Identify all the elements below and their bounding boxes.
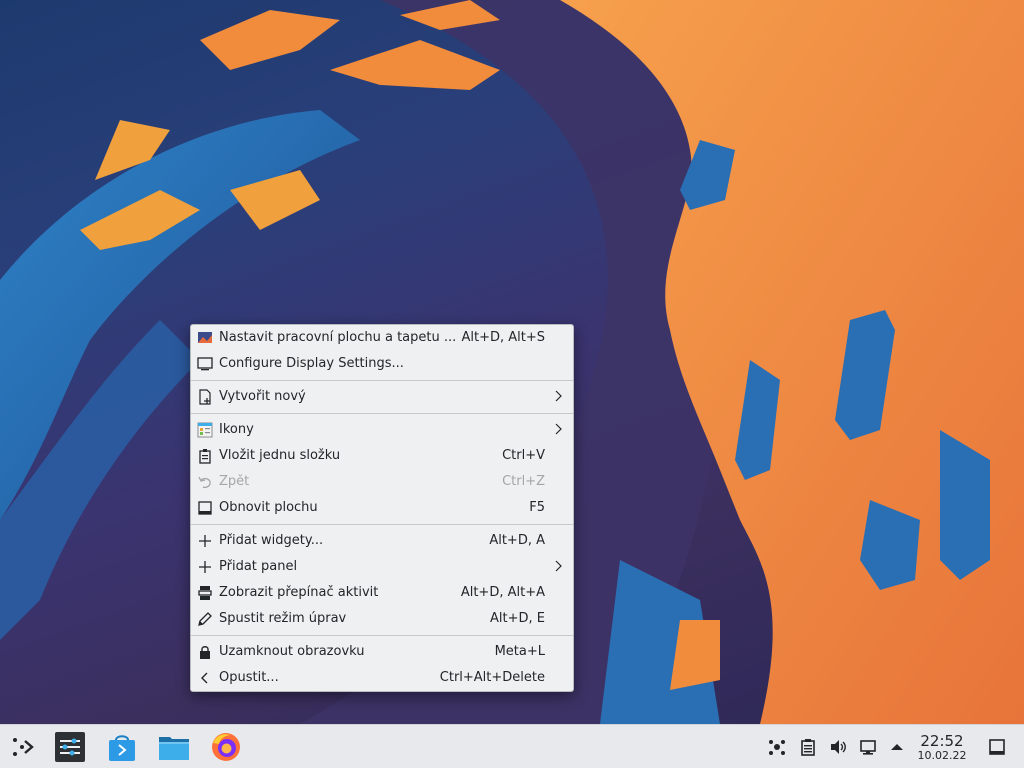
menu-item-shortcut: Ctrl+Z <box>502 474 545 489</box>
menu-item-4-1[interactable]: Opustit... Ctrl+Alt+Delete <box>191 665 573 691</box>
clipboard-paste-icon <box>197 448 213 464</box>
network-share-icon[interactable] <box>768 738 786 756</box>
menu-item-shortcut: Alt+D, A <box>489 533 545 548</box>
tray-expand-icon[interactable] <box>888 738 906 756</box>
menu-item-label: Zpět <box>219 474 250 489</box>
new-document-icon <box>197 389 213 405</box>
icons-view-icon <box>197 422 213 438</box>
application-launcher-icon[interactable] <box>6 731 38 763</box>
network-icon[interactable] <box>859 738 877 756</box>
menu-item-shortcut: Alt+D, Alt+A <box>460 585 545 600</box>
desktop[interactable]: Nastavit pracovní plochu a tapetu ... Alt… <box>0 0 1024 724</box>
menu-item-3-3[interactable]: Spustit režim úprav Alt+D, E <box>191 606 573 632</box>
menu-item-label: Spustit režim úprav <box>219 611 347 626</box>
taskbar: 22:52 10.02.22 <box>0 724 1024 768</box>
menu-item-label: Obnovit plochu <box>219 500 318 515</box>
menu-item-0-0[interactable]: Nastavit pracovní plochu a tapetu ... Alt… <box>191 325 573 351</box>
menu-item-2-0[interactable]: Ikony <box>191 417 573 443</box>
menu-separator <box>191 413 573 414</box>
show-desktop-icon[interactable] <box>988 738 1006 756</box>
menu-item-shortcut: Alt+D, Alt+S <box>461 330 545 345</box>
menu-item-label: Vytvořit nový <box>219 389 306 404</box>
menu-item-2-2: Zpět Ctrl+Z <box>191 469 573 495</box>
menu-item-label: Zobrazit přepínač aktivit <box>219 585 379 600</box>
menu-item-label: Přidat panel <box>219 559 298 574</box>
menu-item-shortcut: Ctrl+V <box>502 448 545 463</box>
menu-item-label: Opustit... <box>219 670 279 685</box>
lock-icon <box>197 644 213 660</box>
menu-item-label: Vložit jednu složku <box>219 448 341 463</box>
menu-item-2-1[interactable]: Vložit jednu složku Ctrl+V <box>191 443 573 469</box>
clock-date: 10.02.22 <box>917 749 967 762</box>
desktop-context-menu: Nastavit pracovní plochu a tapetu ... Alt… <box>190 324 574 692</box>
file-manager-icon[interactable] <box>158 731 190 763</box>
clipboard-icon[interactable] <box>799 738 817 756</box>
monitor-icon <box>197 356 213 372</box>
menu-item-3-1[interactable]: Přidat panel <box>191 554 573 580</box>
submenu-chevron-icon <box>555 423 563 435</box>
activities-icon <box>197 585 213 601</box>
menu-separator <box>191 635 573 636</box>
menu-item-label: Nastavit pracovní plochu a tapetu ... <box>219 330 457 345</box>
menu-item-label: Uzamknout obrazovku <box>219 644 365 659</box>
menu-separator <box>191 524 573 525</box>
leave-chevron-icon <box>197 670 213 686</box>
menu-item-label: Přidat widgety... <box>219 533 324 548</box>
menu-item-shortcut: Ctrl+Alt+Delete <box>439 670 545 685</box>
discover-store-icon[interactable] <box>106 731 138 763</box>
submenu-chevron-icon <box>555 390 563 402</box>
edit-pencil-icon <box>197 611 213 627</box>
menu-item-4-0[interactable]: Uzamknout obrazovku Meta+L <box>191 639 573 665</box>
menu-item-0-1[interactable]: Configure Display Settings... <box>191 351 573 377</box>
undo-icon <box>197 474 213 490</box>
menu-item-label: Configure Display Settings... <box>219 356 404 371</box>
menu-item-label: Ikony <box>219 422 254 437</box>
volume-icon[interactable] <box>829 738 847 756</box>
desktop-wallpaper-icon <box>197 330 213 346</box>
system-settings-icon[interactable] <box>54 731 86 763</box>
menu-item-3-0[interactable]: Přidat widgety... Alt+D, A <box>191 528 573 554</box>
submenu-chevron-icon <box>555 560 563 572</box>
menu-separator <box>191 380 573 381</box>
menu-item-3-2[interactable]: Zobrazit přepínač aktivit Alt+D, Alt+A <box>191 580 573 606</box>
menu-item-shortcut: Meta+L <box>494 644 545 659</box>
menu-item-shortcut: F5 <box>529 500 545 515</box>
refresh-desktop-icon <box>197 500 213 516</box>
menu-item-shortcut: Alt+D, E <box>490 611 545 626</box>
plus-icon <box>197 559 213 575</box>
menu-item-2-3[interactable]: Obnovit plochu F5 <box>191 495 573 521</box>
menu-item-1-0[interactable]: Vytvořit nový <box>191 384 573 410</box>
firefox-icon[interactable] <box>210 731 242 763</box>
clock-time: 22:52 <box>920 732 964 750</box>
plus-icon <box>197 533 213 549</box>
